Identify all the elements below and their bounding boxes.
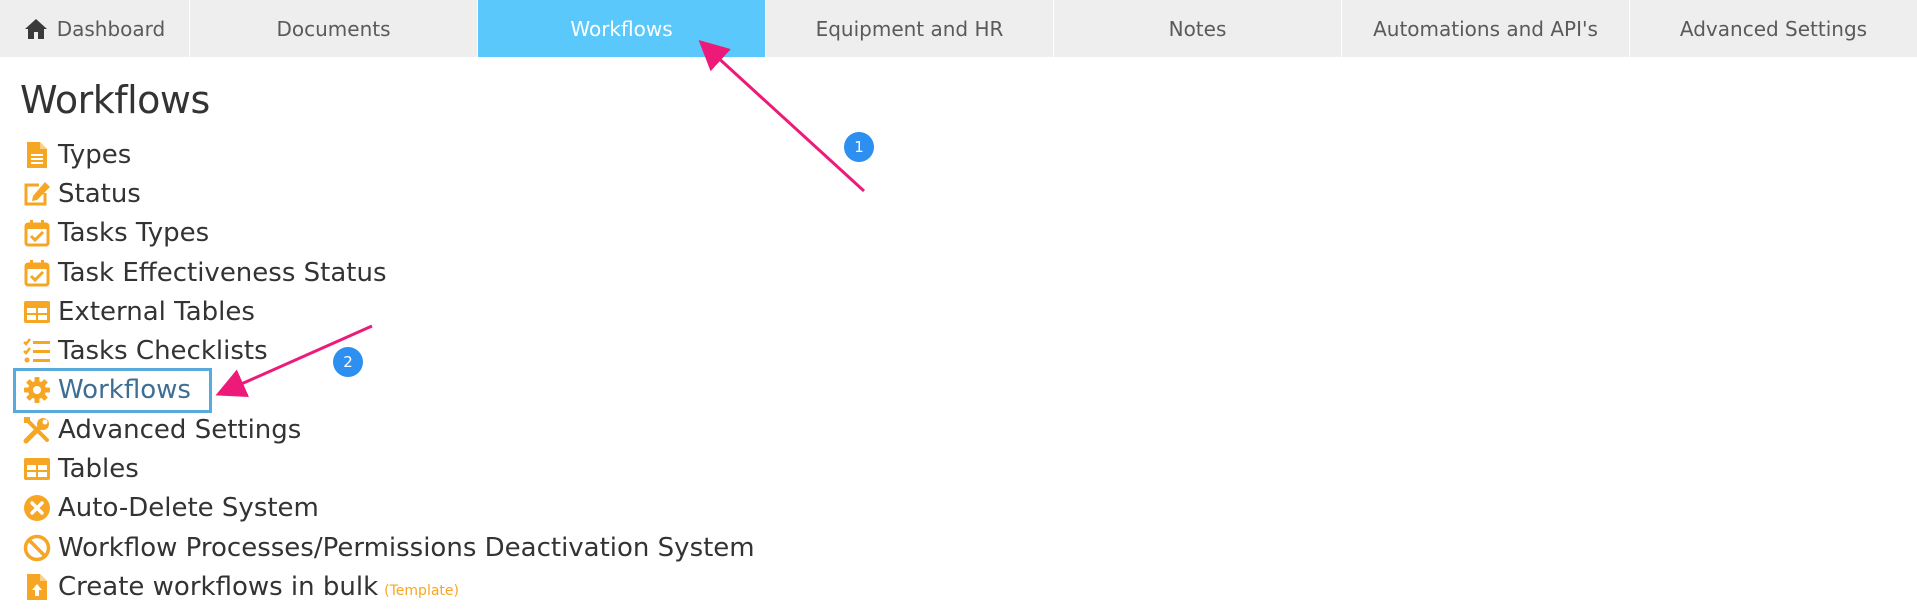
top-nav-tabs: Dashboard Documents Workflows Equipment … [0, 0, 1917, 57]
menu-item-task-effectiveness-status[interactable]: Task Effectiveness Status [22, 253, 755, 292]
tools-icon [22, 415, 52, 445]
tab-label: Notes [1168, 16, 1227, 41]
calendar-check-icon [22, 218, 52, 248]
tab-automations-and-apis[interactable]: Automations and API's [1342, 0, 1630, 57]
menu-item-label: Types [58, 139, 132, 170]
menu-item-advanced-settings[interactable]: Advanced Settings [22, 410, 755, 449]
tab-documents[interactable]: Documents [190, 0, 478, 57]
annotation-badge-label: 1 [854, 138, 864, 156]
checklist-icon [22, 336, 52, 366]
menu-item-tasks-checklists[interactable]: Tasks Checklists [22, 331, 755, 370]
document-icon [22, 140, 52, 170]
tab-notes[interactable]: Notes [1054, 0, 1342, 57]
tab-workflows[interactable]: Workflows [478, 0, 766, 57]
menu-item-label: External Tables [58, 296, 255, 327]
menu-item-external-tables[interactable]: External Tables [22, 292, 755, 331]
menu-item-label: Tasks Checklists [58, 336, 268, 367]
ban-icon [22, 533, 52, 563]
home-icon [24, 18, 47, 39]
template-link[interactable]: (Template) [384, 583, 459, 599]
menu-item-create-workflows-in-bulk[interactable]: Create workflows in bulk (Template) [22, 567, 755, 606]
tab-label: Documents [276, 16, 391, 41]
tab-advanced-settings[interactable]: Advanced Settings [1630, 0, 1917, 57]
menu-item-label: Workflows [58, 375, 191, 406]
menu-item-label: Advanced Settings [58, 414, 302, 445]
menu-item-deactivation-system[interactable]: Workflow Processes/Permissions Deactivat… [22, 528, 755, 567]
menu-item-label: Status [58, 178, 141, 209]
table-icon [22, 297, 52, 327]
menu-item-tables[interactable]: Tables [22, 449, 755, 488]
table-icon [22, 454, 52, 484]
menu-item-tasks-types[interactable]: Tasks Types [22, 214, 755, 253]
tab-label: Dashboard [56, 16, 166, 41]
menu-item-types[interactable]: Types [22, 135, 755, 174]
edit-icon [22, 179, 52, 209]
close-circle-icon [22, 493, 52, 523]
file-upload-icon [22, 572, 52, 602]
annotation-badge-1: 1 [844, 132, 874, 162]
menu-item-label: Tasks Types [58, 218, 210, 249]
menu-item-status[interactable]: Status [22, 174, 755, 213]
menu-item-label: Auto-Delete System [58, 493, 319, 524]
workflow-settings-menu: Types Status Tasks Types Task Effectiven… [13, 135, 755, 607]
tab-label: Automations and API's [1373, 16, 1598, 41]
tab-label: Equipment and HR [815, 16, 1004, 41]
tab-equipment-and-hr[interactable]: Equipment and HR [766, 0, 1054, 57]
tab-label: Workflows [570, 16, 673, 41]
menu-item-label: Workflow Processes/Permissions Deactivat… [58, 532, 755, 563]
menu-item-auto-delete-system[interactable]: Auto-Delete System [22, 489, 755, 528]
calendar-check-icon [22, 258, 52, 288]
menu-item-workflows[interactable]: Workflows [13, 367, 212, 414]
tab-dashboard[interactable]: Dashboard [0, 0, 190, 57]
page-title: Workflows [20, 78, 210, 122]
gear-icon [22, 375, 52, 405]
menu-item-label: Task Effectiveness Status [58, 257, 387, 288]
menu-item-label: Tables [58, 454, 139, 485]
tab-label: Advanced Settings [1679, 16, 1868, 41]
menu-item-label: Create workflows in bulk [58, 571, 379, 602]
